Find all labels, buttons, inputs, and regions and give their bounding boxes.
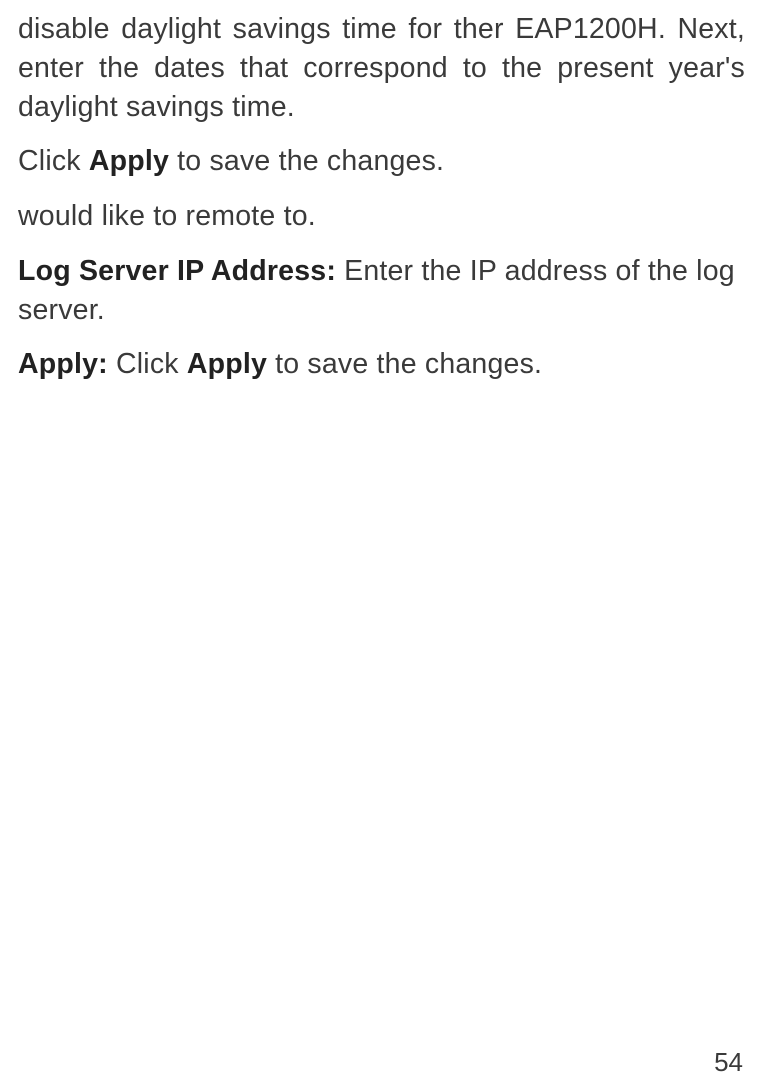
paragraph-dst-intro: disable daylight savings time for ther E… [18,10,745,126]
page-number-value: 54 [714,1047,743,1077]
bold-apply-label: Apply: [18,348,108,380]
text-save-changes-2: to save the changes. [267,348,542,380]
text-dst-intro: disable daylight savings time for ther E… [18,13,745,123]
bold-log-server: Log Server IP Address: [18,255,336,287]
text-click-2: Click [108,348,187,380]
text-save-changes-1: to save the changes. [169,145,444,177]
text-remote: would like to remote to. [18,200,316,232]
page-number: 54 [714,1047,743,1078]
paragraph-apply-1: Click Apply to save the changes. [18,142,745,181]
paragraph-remote: would like to remote to. [18,197,745,236]
paragraph-log-server: Log Server IP Address: Enter the IP addr… [18,252,745,330]
bold-apply-2: Apply [187,348,267,380]
bold-apply-1: Apply [89,145,169,177]
document-content: disable daylight savings time for ther E… [18,10,745,384]
paragraph-apply-2: Apply: Click Apply to save the changes. [18,345,745,384]
text-click: Click [18,145,89,177]
